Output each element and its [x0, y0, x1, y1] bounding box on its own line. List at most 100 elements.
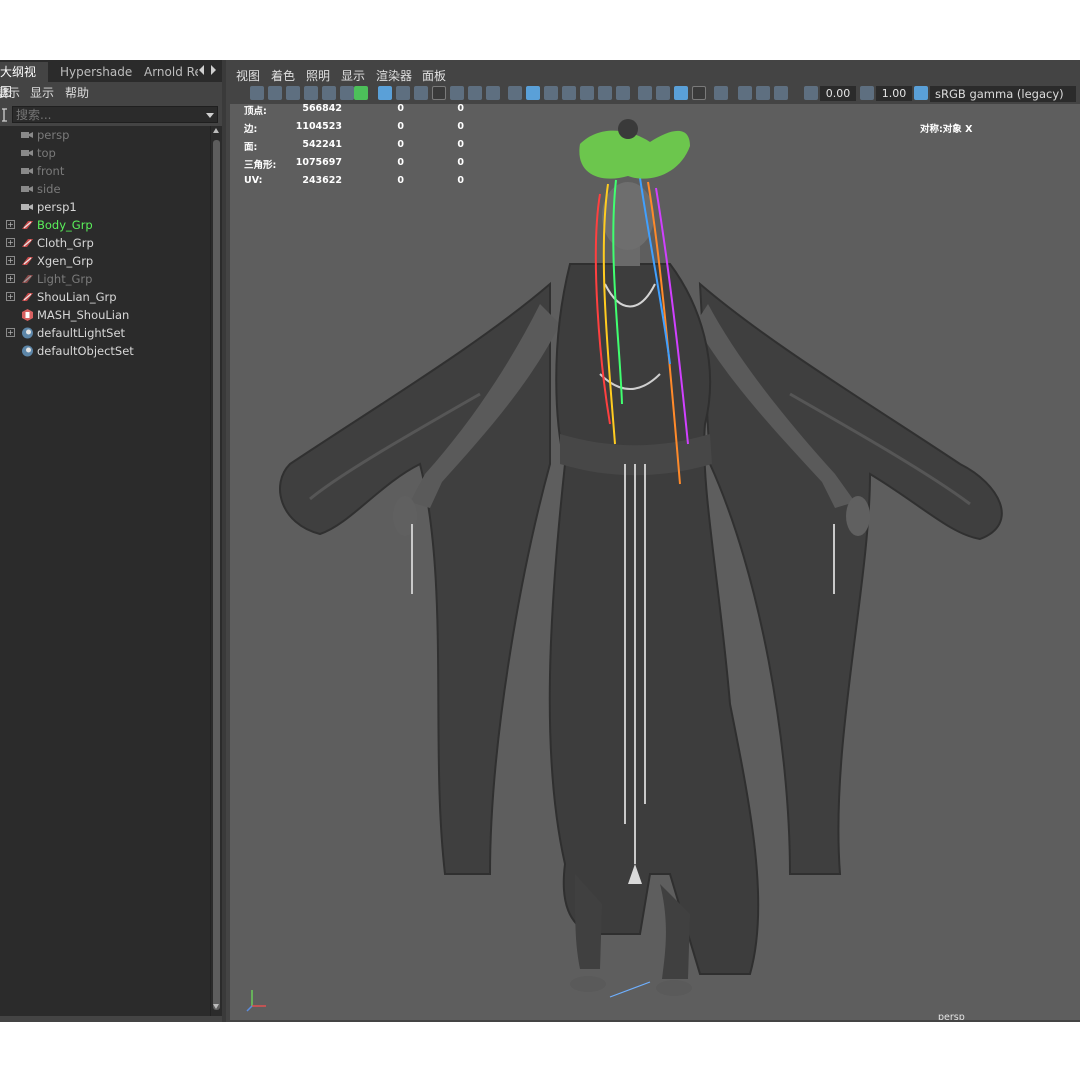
outliner-item-label: Light_Grp	[37, 272, 93, 286]
outliner-menubar: 展示 显示 帮助	[0, 82, 222, 102]
viewport-toolbar: 0.00 1.00 sRGB gamma (legacy)	[226, 84, 1080, 104]
tab-scroll-left-icon[interactable]	[199, 65, 204, 75]
image-plane-icon[interactable]	[304, 86, 318, 100]
menu-renderer[interactable]: 渲染器	[376, 67, 412, 84]
depth-of-field-icon[interactable]	[692, 86, 706, 100]
film-gate-icon[interactable]	[396, 86, 410, 100]
outliner-item-persp[interactable]: persp	[0, 126, 208, 144]
select-camera-icon[interactable]	[250, 86, 264, 100]
transform-group-icon	[22, 275, 33, 283]
outliner-item-label: Xgen_Grp	[37, 254, 94, 268]
exposure-field[interactable]: 0.00	[820, 86, 856, 101]
isolate-select-icon[interactable]	[714, 86, 728, 100]
outliner-item-side[interactable]: side	[0, 180, 208, 198]
menu-lighting[interactable]: 照明	[306, 67, 330, 84]
xray-components-icon[interactable]	[774, 86, 788, 100]
scroll-up-icon[interactable]	[213, 128, 219, 133]
screen-space-ao-icon[interactable]	[638, 86, 652, 100]
safe-title-icon[interactable]	[486, 86, 500, 100]
outliner-item-label: top	[37, 146, 56, 160]
character-model[interactable]	[230, 104, 1080, 1020]
menu-show[interactable]: 展示	[0, 84, 20, 101]
gamma-icon[interactable]	[860, 86, 874, 100]
outliner-item-mash[interactable]: MASH_ShouLian	[0, 306, 208, 324]
outliner-item-body-grp[interactable]: + Body_Grp	[0, 216, 208, 234]
expand-icon[interactable]: +	[6, 328, 15, 337]
transform-group-icon	[22, 221, 33, 229]
transform-group-icon	[22, 257, 33, 265]
outliner-tree: persp top front side persp1 + Body_Grp +…	[0, 126, 210, 1016]
wireframe-on-shaded-icon[interactable]	[562, 86, 576, 100]
viewport-panel: 视图 着色 照明 显示 渲染器 面板 0.00 1.00 sRGB gamma …	[222, 60, 1080, 1022]
shadows-icon[interactable]	[616, 86, 630, 100]
use-all-lights-icon[interactable]	[598, 86, 612, 100]
search-options-icon[interactable]	[0, 107, 10, 123]
menu-panels[interactable]: 面板	[422, 67, 446, 84]
outliner-item-defaultlightset[interactable]: + defaultLightSet	[0, 324, 208, 342]
menu-shading[interactable]: 着色	[271, 67, 295, 84]
xray-icon[interactable]	[738, 86, 752, 100]
motion-blur-icon[interactable]	[656, 86, 670, 100]
object-set-icon	[22, 327, 33, 339]
camera-icon	[21, 150, 33, 156]
outliner-search-input[interactable]	[12, 106, 218, 123]
menu-show[interactable]: 显示	[341, 67, 365, 84]
multisample-aa-icon[interactable]	[674, 86, 688, 100]
outliner-item-label: MASH_ShouLian	[37, 308, 130, 322]
expand-icon[interactable]: +	[6, 292, 15, 301]
expand-icon[interactable]: +	[6, 220, 15, 229]
outliner-item-label: defaultLightSet	[37, 326, 126, 340]
menu-display[interactable]: 显示	[30, 84, 54, 101]
scroll-down-icon[interactable]	[213, 1004, 219, 1009]
outliner-item-top[interactable]: top	[0, 144, 208, 162]
outliner-item-front[interactable]: front	[0, 162, 208, 180]
menu-view[interactable]: 视图	[236, 67, 260, 84]
panel-tab-bar: 大纲视图 Hypershade Arnold Re	[0, 60, 222, 99]
maya-window: 大纲视图 Hypershade Arnold Re 展示 显示 帮助 persp	[0, 60, 1080, 1022]
outliner-item-label: persp1	[37, 200, 77, 214]
outliner-scrollbar[interactable]	[210, 126, 222, 1016]
grid-icon[interactable]	[378, 86, 392, 100]
menu-help[interactable]: 帮助	[65, 84, 89, 101]
viewport-canvas[interactable]: 顶点: 566842 0 0 边: 1104523 0 0 面: 542241 …	[230, 104, 1080, 1020]
object-set-icon	[22, 345, 33, 357]
smooth-shade-icon[interactable]	[526, 86, 540, 100]
gamma-field[interactable]: 1.00	[876, 86, 912, 101]
wireframe-icon[interactable]	[508, 86, 522, 100]
pencil-icon[interactable]	[354, 86, 368, 100]
tab-hypershade[interactable]: Hypershade	[54, 62, 136, 82]
transform-group-icon	[22, 293, 33, 301]
outliner-item-light-grp[interactable]: + Light_Grp	[0, 270, 208, 288]
default-material-icon[interactable]	[544, 86, 558, 100]
camera-attributes-icon[interactable]	[268, 86, 282, 100]
bookmarks-icon[interactable]	[286, 86, 300, 100]
expand-icon[interactable]: +	[6, 274, 15, 283]
gate-mask-icon[interactable]	[432, 86, 446, 100]
scrollbar-thumb[interactable]	[213, 140, 220, 1010]
view-transform-dropdown[interactable]: sRGB gamma (legacy)	[930, 86, 1076, 102]
outliner-item-shoulian-grp[interactable]: + ShouLian_Grp	[0, 288, 208, 306]
expand-icon[interactable]: +	[6, 256, 15, 265]
tab-arnold[interactable]: Arnold Re	[138, 62, 198, 82]
outliner-panel: 大纲视图 Hypershade Arnold Re 展示 显示 帮助 persp	[0, 60, 222, 1022]
search-dropdown-icon[interactable]	[206, 113, 214, 118]
tab-outliner[interactable]: 大纲视图	[0, 62, 48, 99]
grease-pencil-icon[interactable]	[340, 86, 354, 100]
xray-joints-icon[interactable]	[756, 86, 770, 100]
2d-pan-zoom-icon[interactable]	[322, 86, 336, 100]
resolution-gate-icon[interactable]	[414, 86, 428, 100]
textured-icon[interactable]	[580, 86, 594, 100]
viewport-menubar: 视图 着色 照明 显示 渲染器 面板	[226, 62, 1080, 84]
outliner-item-label: ShouLian_Grp	[37, 290, 117, 304]
exposure-icon[interactable]	[804, 86, 818, 100]
outliner-item-xgen-grp[interactable]: + Xgen_Grp	[0, 252, 208, 270]
camera-icon	[21, 204, 33, 210]
field-chart-icon[interactable]	[450, 86, 464, 100]
outliner-item-cloth-grp[interactable]: + Cloth_Grp	[0, 234, 208, 252]
outliner-item-defaultobjectset[interactable]: defaultObjectSet	[0, 342, 208, 360]
safe-action-icon[interactable]	[468, 86, 482, 100]
color-management-icon[interactable]	[914, 86, 928, 100]
outliner-item-persp1[interactable]: persp1	[0, 198, 208, 216]
tab-scroll-right-icon[interactable]	[211, 65, 216, 75]
expand-icon[interactable]: +	[6, 238, 15, 247]
